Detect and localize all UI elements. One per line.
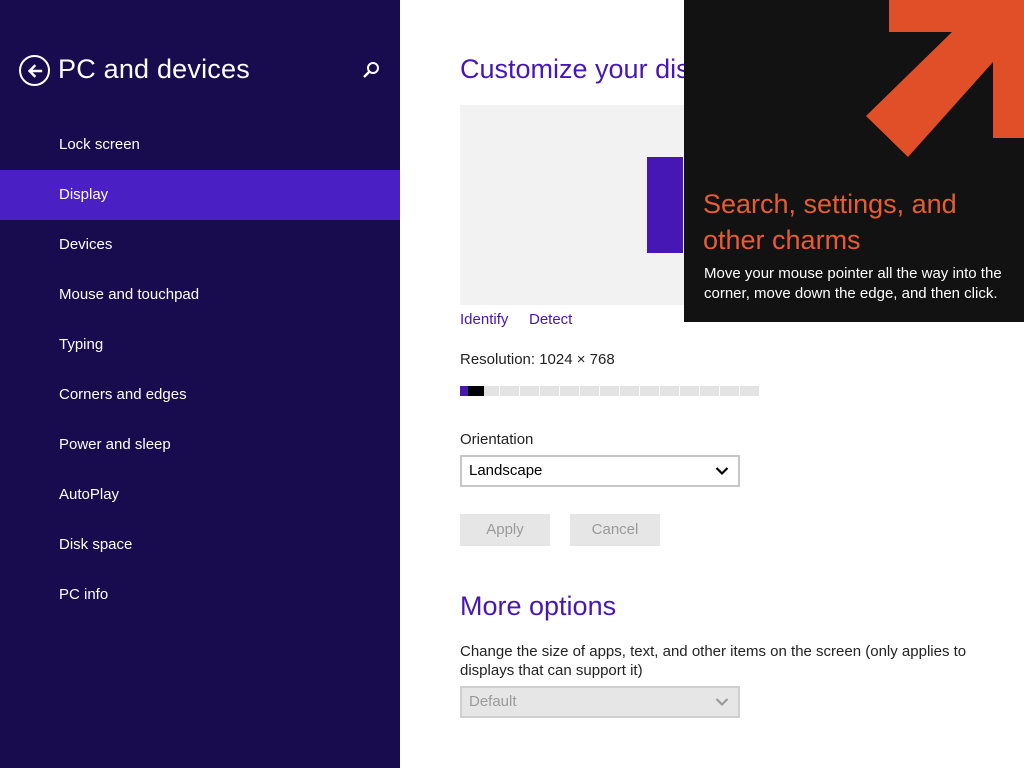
chevron-down-icon [715,698,729,707]
sidebar-item-power-and-sleep[interactable]: Power and sleep [0,420,400,470]
page-title: Customize your disp [460,54,705,84]
sidebar-item-devices[interactable]: Devices [0,220,400,270]
sidebar-item-corners-and-edges[interactable]: Corners and edges [0,370,400,420]
slider-segment [560,386,580,396]
back-arrow-icon [27,63,42,78]
detect-link[interactable]: Detect [529,311,572,328]
slider-segment [620,386,640,396]
orientation-label: Orientation [460,431,534,448]
chevron-down-icon [715,467,729,476]
slider-segment [740,386,760,396]
slider-segment [600,386,620,396]
more-options-heading: More options [460,591,617,621]
sidebar-item-display[interactable]: Display [0,170,400,220]
search-icon [363,62,379,78]
size-value: Default [469,693,517,710]
sidebar-item-typing[interactable]: Typing [0,320,400,370]
cancel-button[interactable]: Cancel [570,514,660,546]
size-dropdown[interactable]: Default [460,686,740,718]
sidebar-item-mouse-and-touchpad[interactable]: Mouse and touchpad [0,270,400,320]
size-description: Change the size of apps, text, and other… [460,643,967,679]
monitor-tile[interactable] [647,157,683,253]
slider-segment [580,386,600,396]
tip-title: Search, settings, and other charms [703,189,957,255]
apply-button[interactable]: Apply [460,514,550,546]
charms-tip: Search, settings, and other charms Move … [684,0,1024,322]
sidebar-item-autoplay[interactable]: AutoPlay [0,470,400,520]
sidebar-item-lock-screen[interactable]: Lock screen [0,120,400,170]
orientation-dropdown[interactable]: Landscape [460,455,740,487]
slider-segment [700,386,720,396]
nav-pane: PC and devices Lock screen Display Devices… [0,0,400,768]
slider-segment [520,386,540,396]
resolution-label: Resolution: 1024 × 768 [460,351,615,368]
nav-list: Lock screen Display Devices Mouse and touch… [0,120,400,620]
slider-segment [500,386,520,396]
slider-segment [660,386,680,396]
nav-header: PC and devices [0,0,400,120]
orientation-value: Landscape [469,462,543,479]
tip-body: Move your mouse pointer all the way into… [704,265,1002,302]
sidebar-item-disk-space[interactable]: Disk space [0,520,400,570]
nav-title: PC and devices [58,54,250,84]
slider-fill [460,386,468,396]
sidebar-item-pc-info[interactable]: PC info [0,570,400,620]
back-button[interactable] [19,55,50,86]
slider-thumb[interactable] [468,386,484,396]
slider-segment [640,386,660,396]
slider-segment [680,386,700,396]
search-button[interactable] [360,60,382,82]
resolution-slider[interactable] [460,386,760,396]
slider-segment [720,386,740,396]
slider-segment [540,386,560,396]
identify-link[interactable]: Identify [460,311,508,328]
